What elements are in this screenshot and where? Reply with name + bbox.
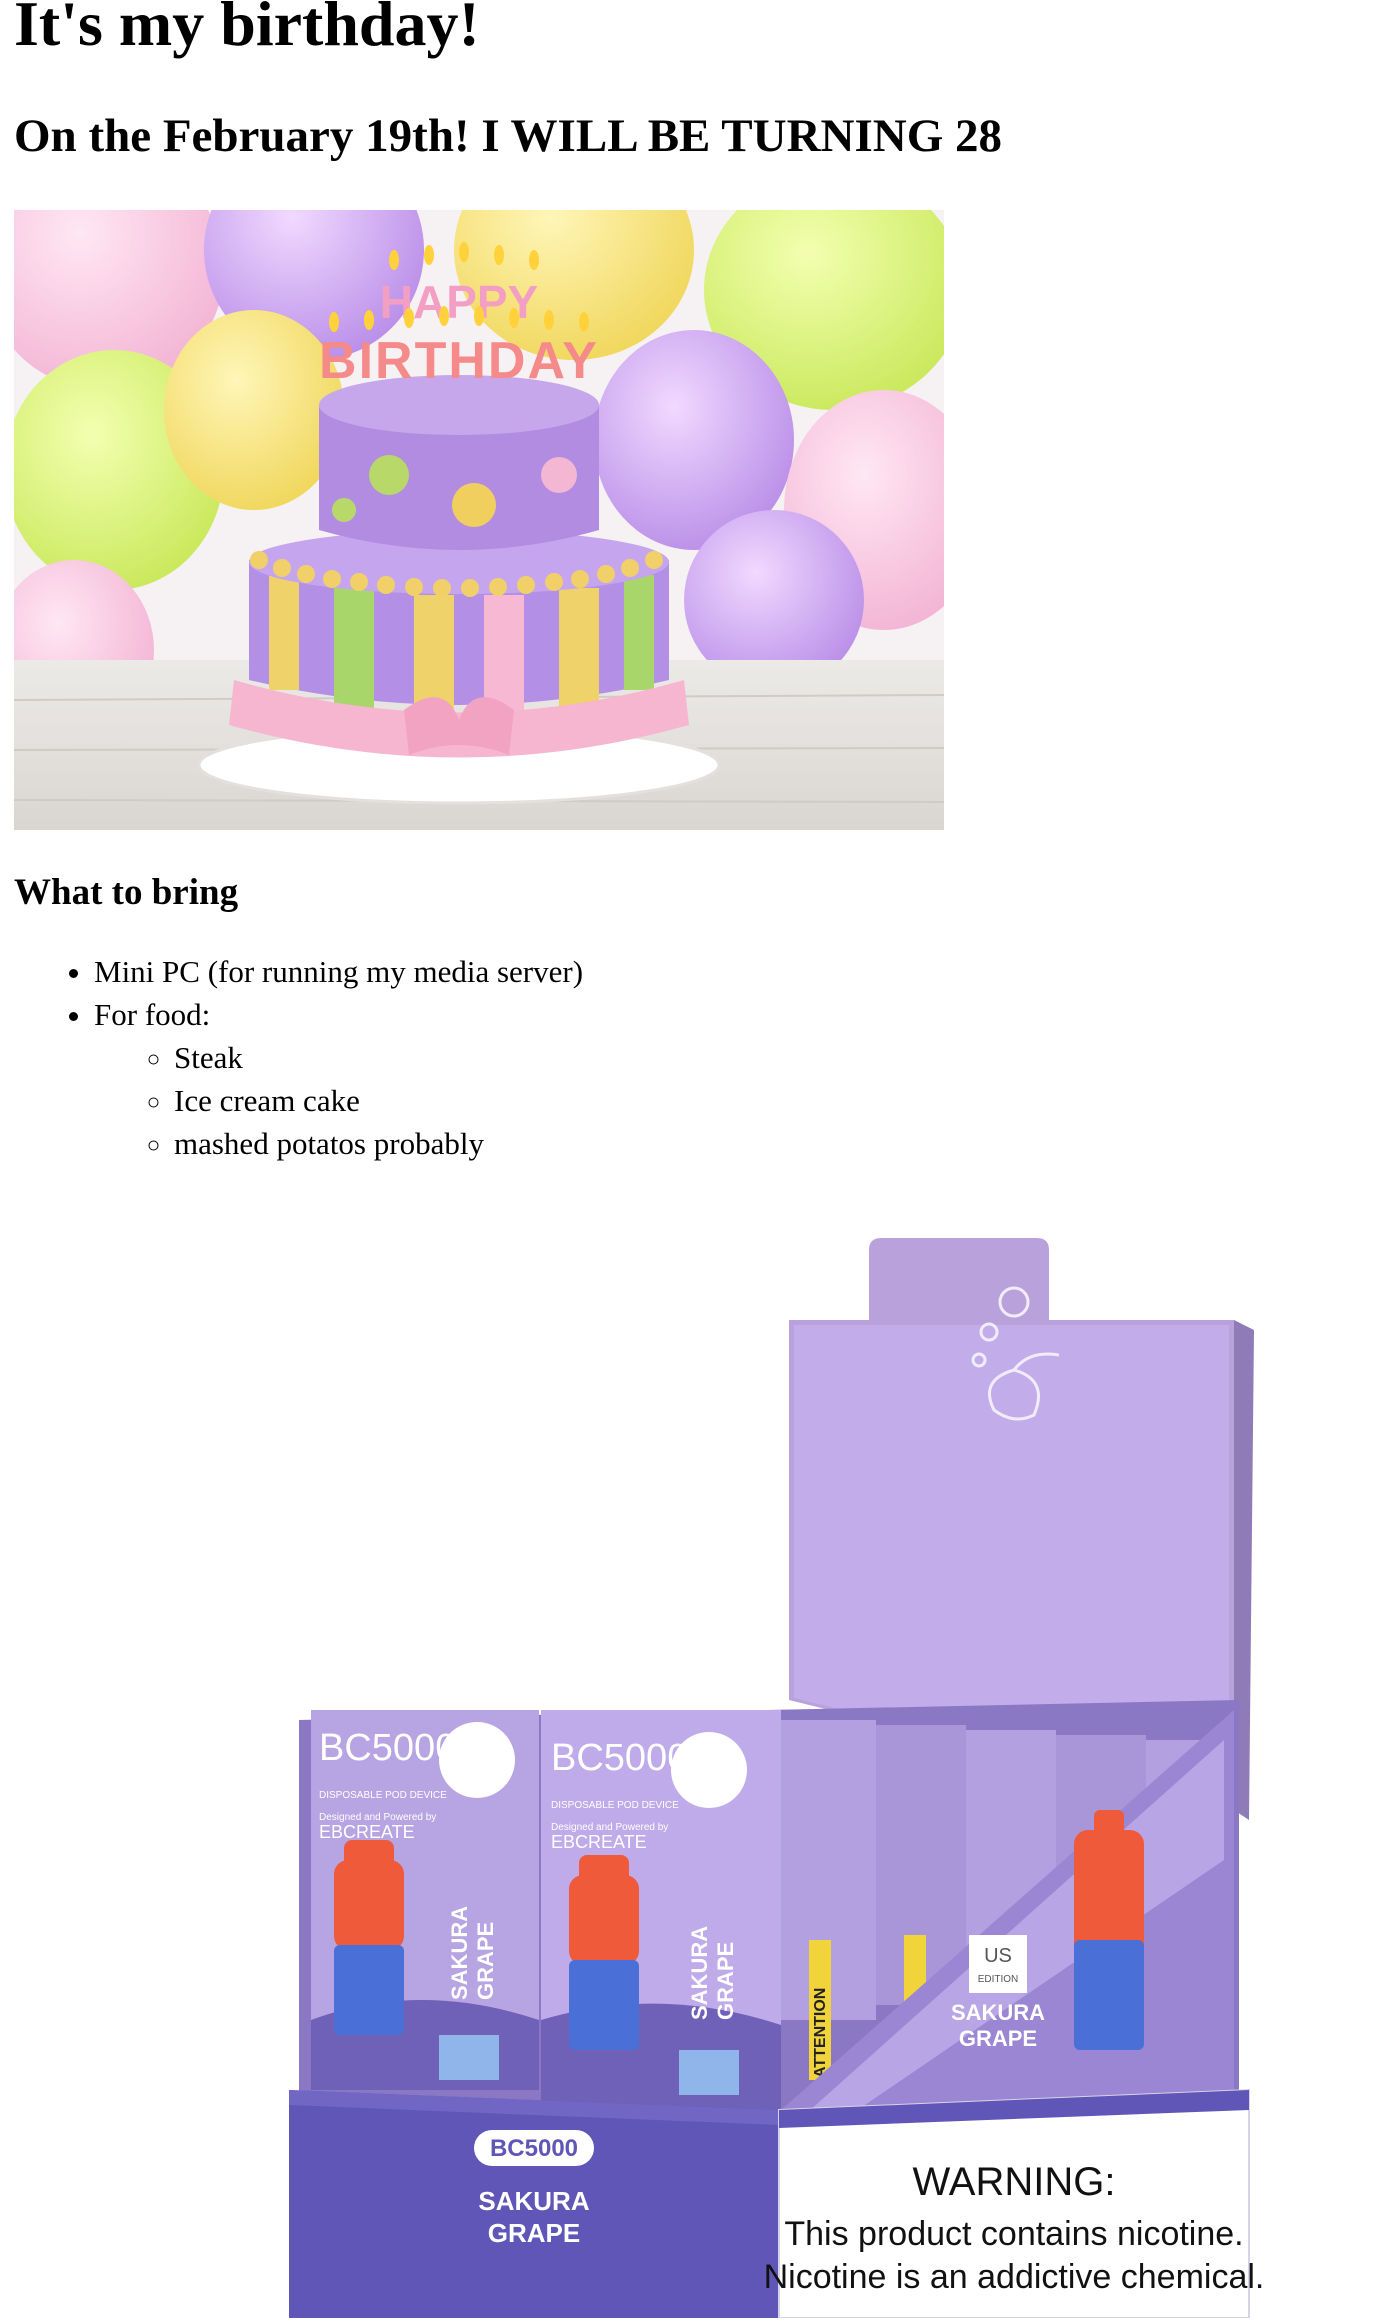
insert-flavor-text: GRAPE (959, 2026, 1037, 2051)
product-box-image: BC5000 BC5000 DISPOSABLE POD DEVICE DISP… (289, 1220, 1289, 2319)
edition-text: US (984, 1945, 1012, 1967)
pack-subtitle-text: DISPOSABLE POD DEVICE (319, 1790, 447, 1801)
list-item: Steak (174, 1036, 583, 1079)
list-item: Ice cream cake (174, 1079, 583, 1122)
list-item: For food: Steak Ice cream cake mashed po… (94, 993, 583, 1165)
warning-line-text: This product contains nicotine. (784, 2215, 1243, 2253)
box-brand-text: BC5000 (490, 2135, 578, 2162)
pack-flavor-text: GRAPE (473, 1922, 498, 2000)
box-flavor-text: GRAPE (488, 2218, 580, 2248)
box-flavor-text: SAKURA (478, 2186, 589, 2216)
section-title: What to bring (14, 872, 239, 913)
pack-brand-text: BC5000 (551, 1737, 688, 1779)
pack-flavor-text: GRAPE (713, 1942, 738, 2020)
warning-title-text: WARNING: (913, 2160, 1116, 2204)
list-item: mashed potatos probably (174, 1122, 583, 1165)
birthday-cake-image: HAPPY BIRTHDAY (14, 210, 944, 830)
pack-flavor-text: SAKURA (447, 1906, 472, 2000)
warning-line-text: Nicotine is an addictive chemical. (764, 2258, 1265, 2296)
pack-brand-text: BC5000 (319, 1727, 456, 1769)
pack-flavor-text: SAKURA (687, 1926, 712, 2020)
page-subtitle: On the February 19th! I WILL BE TURNING … (14, 110, 1003, 162)
list-item: Mini PC (for running my media server) (94, 950, 583, 993)
edition-text: EDITION (978, 1974, 1019, 1985)
pack-maker-text: EBCREATE (551, 1832, 647, 1852)
page-title: It's my birthday! (14, 0, 480, 59)
pack-subtitle-text: DISPOSABLE POD DEVICE (551, 1800, 679, 1811)
insert-flavor-text: SAKURA (951, 2000, 1045, 2025)
cake-text-birthday: BIRTHDAY (319, 332, 599, 390)
bring-list: Mini PC (for running my media server) Fo… (14, 950, 583, 1165)
food-list: Steak Ice cream cake mashed potatos prob… (94, 1036, 583, 1165)
pack-attention-text: ATTENTION (812, 1988, 829, 2078)
pack-maker-text: EBCREATE (319, 1822, 415, 1842)
